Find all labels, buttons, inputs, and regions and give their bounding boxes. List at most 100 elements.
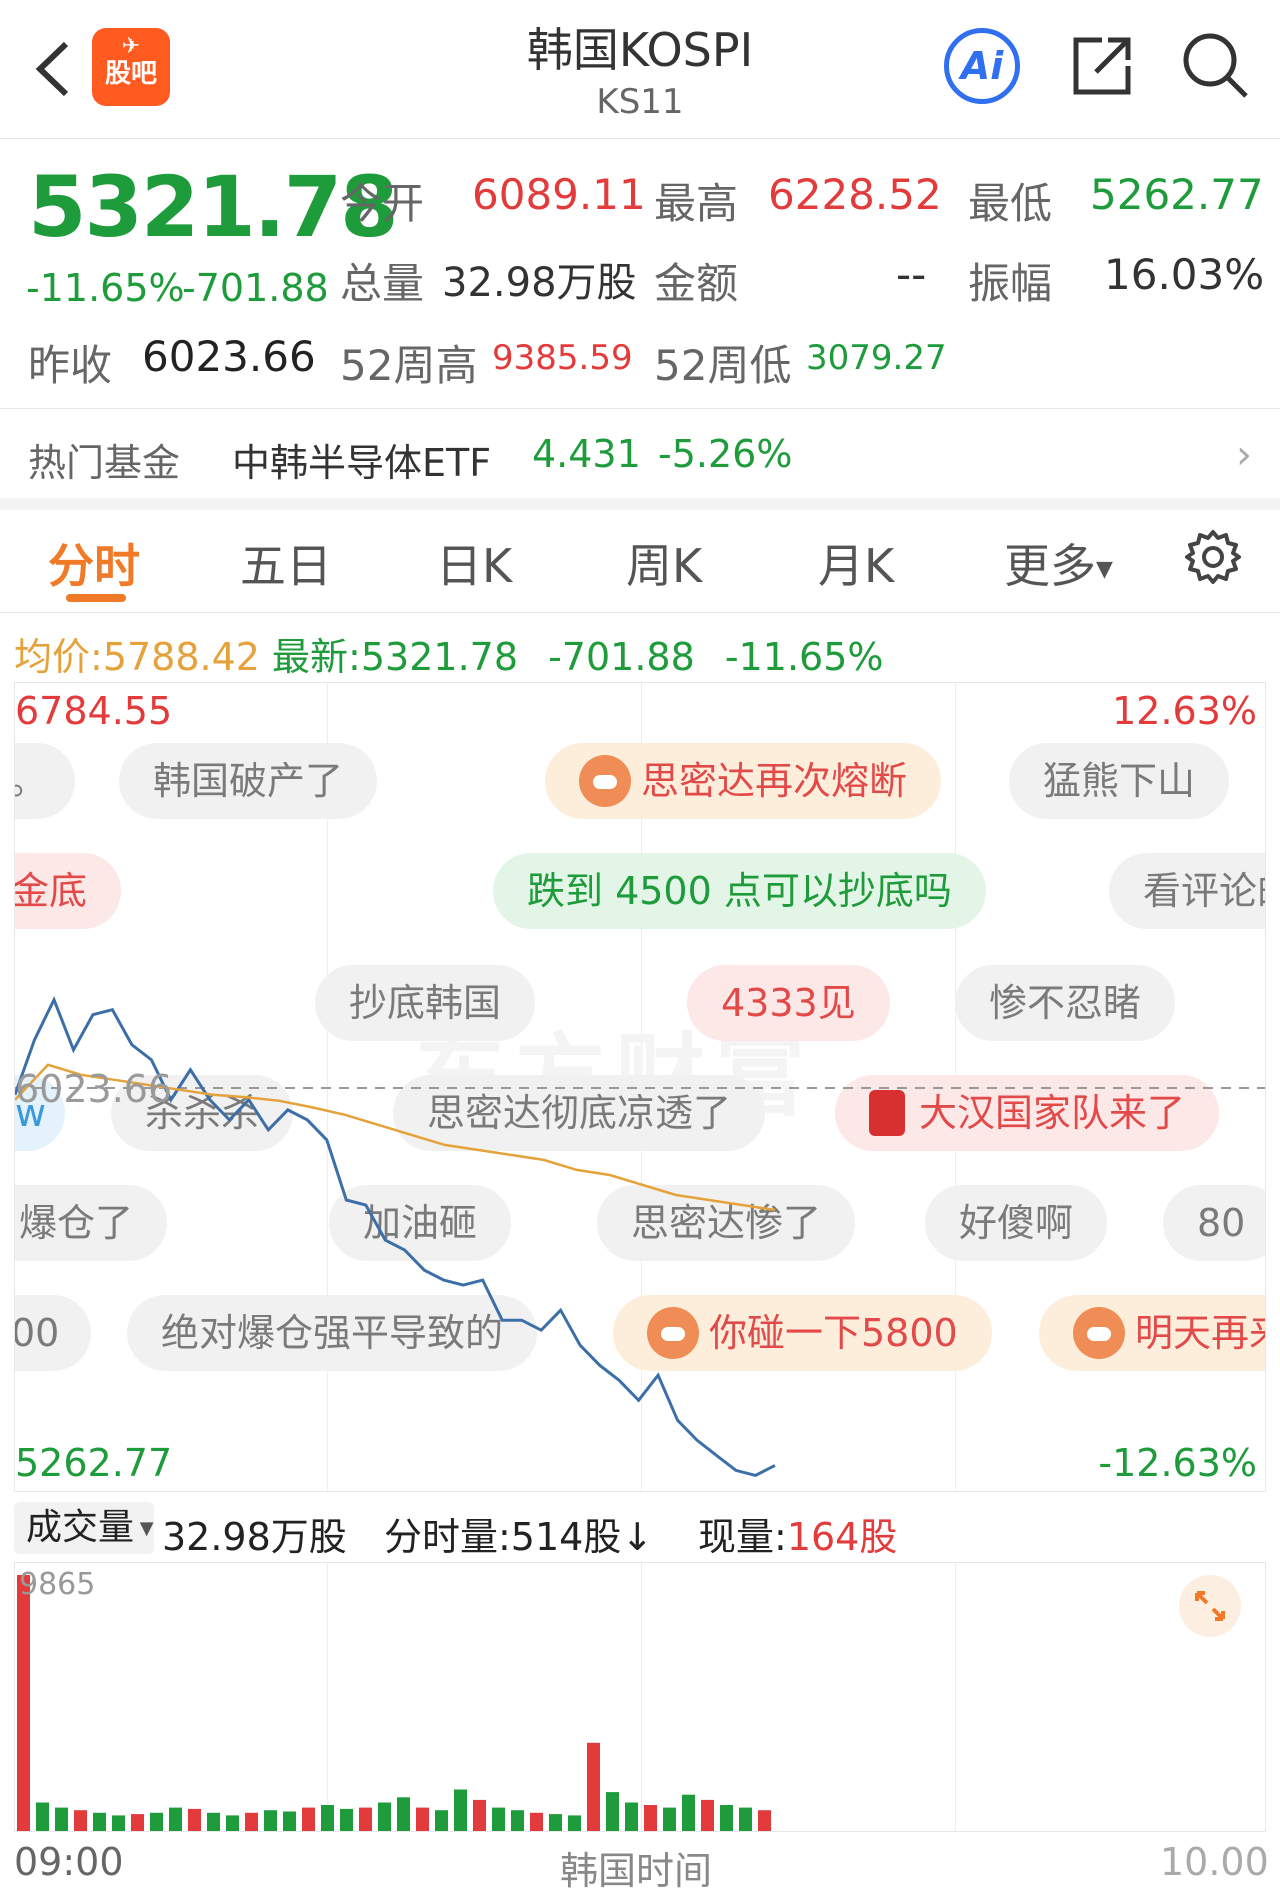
guba-logo-text: 股吧: [104, 59, 157, 89]
tab-active-indicator: [66, 594, 126, 602]
volume-bar: [568, 1815, 581, 1831]
volume-bar: [55, 1807, 68, 1831]
volume-label: 总量: [340, 259, 425, 308]
volume-bar: [74, 1810, 87, 1831]
current-volume: 现量:164股: [698, 1506, 897, 1561]
tick-volume: 分时量:514股↓: [384, 1515, 654, 1559]
x-start-label: 09:00: [14, 1840, 124, 1884]
avg-value: 5788.42: [102, 635, 260, 679]
volume-bar: [150, 1812, 163, 1831]
ai-button[interactable]: Ai: [944, 28, 1020, 104]
volume-bar: [435, 1810, 448, 1831]
tab-more[interactable]: 更多▼: [1004, 530, 1113, 596]
volume-value: 32.98万股: [442, 260, 637, 306]
volume-bar: [587, 1742, 600, 1831]
low-value: 5262.77: [1090, 170, 1264, 219]
volume-bar: [283, 1811, 296, 1831]
volume-bar: [625, 1802, 638, 1831]
share-icon[interactable]: [1068, 32, 1136, 100]
high-value: 6228.52: [768, 170, 942, 219]
y-max-label: 6784.55: [15, 689, 173, 733]
hot-fund-name: 中韩半导体ETF: [232, 441, 492, 485]
change-value: -701.88: [182, 266, 329, 310]
amplitude-label: 振幅: [968, 259, 1053, 308]
ai-label: Ai: [960, 44, 1004, 88]
tab-five-day[interactable]: 五日: [240, 530, 332, 596]
open-label: 今开: [340, 179, 425, 228]
volume-bar: [188, 1808, 201, 1831]
volume-bar: [663, 1807, 676, 1831]
info-change-percent: -11.65%: [724, 635, 884, 679]
volume-bar: [397, 1797, 410, 1831]
prev-close-value: 6023.66: [142, 332, 316, 381]
back-icon[interactable]: [28, 38, 78, 100]
intraday-chart[interactable]: 东方财富 。 韩国破产了 思密达再次熔断 猛熊下山 金底 跌到 4500 点可以…: [14, 682, 1266, 1492]
volume-bar: [17, 1575, 30, 1831]
latest-value: 5321.78: [360, 635, 518, 679]
tab-week-k[interactable]: 周K: [626, 530, 702, 596]
info-bar: 均价:5788.42 最新:5321.78 -701.88 -11.65%: [14, 626, 883, 681]
volume-bar: [169, 1807, 182, 1831]
volume-selector[interactable]: 成交量 ▼: [14, 1502, 154, 1554]
chevron-right-icon: ›: [1236, 432, 1252, 478]
volume-bar: [36, 1802, 49, 1831]
page-title: 韩国KOSPI: [526, 23, 754, 77]
change-percent: -11.65%: [26, 266, 185, 310]
hot-fund-change: -5.26%: [658, 432, 793, 476]
volume-bar: [112, 1815, 125, 1831]
hot-fund-row[interactable]: 热门基金 中韩半导体ETF 4.431 -5.26% ›: [0, 410, 1280, 498]
week52-low-value: 3079.27: [806, 338, 947, 378]
volume-bar: [131, 1814, 144, 1831]
tab-month-k[interactable]: 月K: [818, 530, 894, 596]
volume-bar: [701, 1799, 714, 1831]
volume-bar: [682, 1794, 695, 1831]
volume-bar: [606, 1792, 619, 1831]
price-chart-svg: [15, 995, 1265, 1477]
volume-selector-label: 成交量: [26, 1507, 135, 1548]
volume-bar: [454, 1789, 467, 1831]
hot-fund-price: 4.431: [532, 432, 641, 476]
info-change: -701.88: [548, 635, 695, 679]
pct-min-label: -12.63%: [1098, 1441, 1257, 1485]
volume-total: 32.98万股: [162, 1515, 347, 1559]
volume-bar: [302, 1807, 315, 1831]
volume-bar: [473, 1799, 486, 1831]
hot-fund-label: 热门基金: [28, 441, 181, 485]
search-icon[interactable]: [1180, 30, 1250, 100]
prev-close-line-label: 6023.66: [15, 1067, 173, 1111]
volume-bar: [739, 1807, 752, 1831]
volume-bar: [492, 1807, 505, 1831]
volume-max-label: 9865: [19, 1567, 96, 1602]
low-label: 最低: [968, 179, 1053, 228]
amplitude-value: 16.03%: [1104, 250, 1265, 299]
volume-bar: [511, 1810, 524, 1831]
volume-bar: [530, 1812, 543, 1831]
settings-gear-icon[interactable]: [1184, 528, 1242, 586]
volume-bar: [416, 1807, 429, 1831]
amount-value: --: [896, 250, 927, 299]
latest-label: 最新:: [272, 635, 361, 679]
prev-close-label: 昨收: [28, 341, 113, 390]
y-min-label: 5262.77: [15, 1441, 173, 1485]
volume-bar: [226, 1815, 239, 1831]
volume-bar: [549, 1814, 562, 1831]
stock-code: KS11: [596, 82, 684, 122]
volume-bar: [340, 1808, 353, 1831]
volume-bar: [758, 1810, 771, 1831]
expand-icon[interactable]: [1179, 1575, 1241, 1637]
volume-chart-svg: [17, 1575, 771, 1831]
tab-intraday[interactable]: 分时: [48, 530, 140, 596]
volume-chart[interactable]: 9865: [14, 1562, 1266, 1832]
high-label: 最高: [654, 179, 739, 228]
x-end-label: 10.00: [1160, 1840, 1269, 1884]
tab-day-k[interactable]: 日K: [436, 530, 512, 596]
current-volume-label: 现量:: [698, 1515, 787, 1559]
guba-logo[interactable]: ✈ 股吧: [92, 28, 170, 106]
volume-bar: [359, 1807, 372, 1831]
volume-bar: [644, 1805, 657, 1831]
avg-label: 均价:: [14, 635, 103, 679]
volume-bar: [207, 1812, 220, 1831]
volume-bar: [378, 1802, 391, 1831]
volume-bar: [245, 1812, 258, 1831]
week52-low-label: 52周低: [654, 341, 792, 390]
